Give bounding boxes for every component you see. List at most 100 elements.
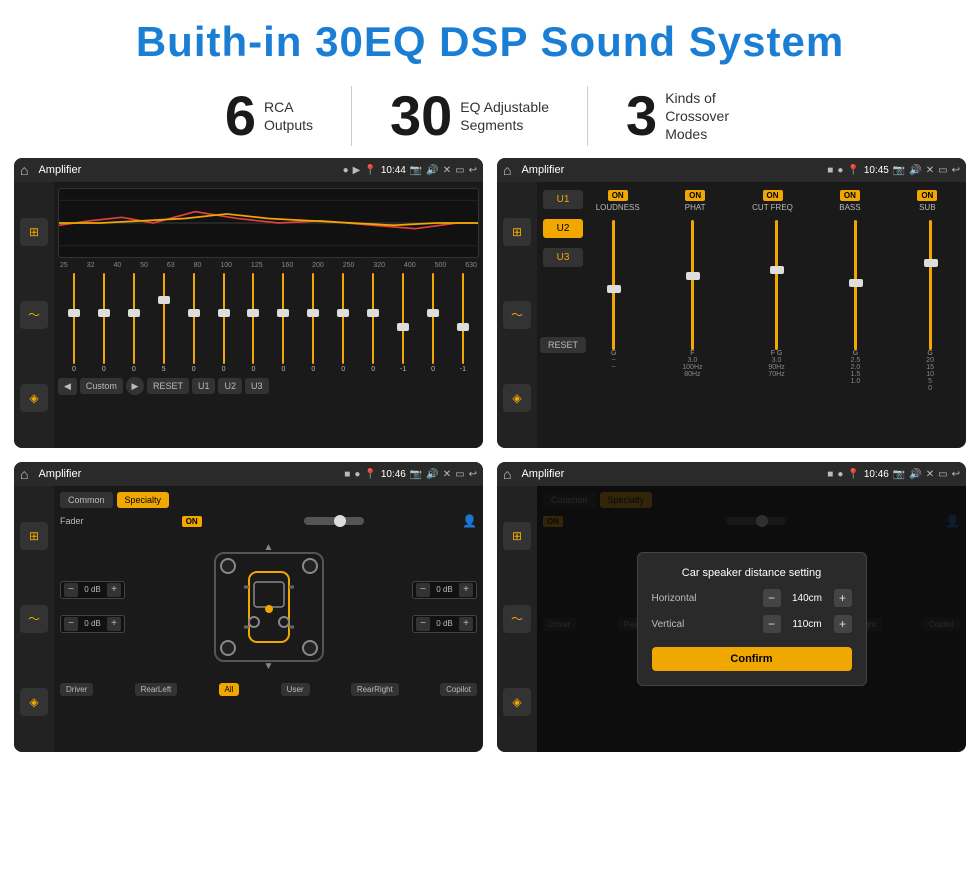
cross-speaker-icon[interactable]: ◈	[503, 384, 531, 412]
dialog-confirm-button[interactable]: Confirm	[652, 647, 852, 671]
dialog-horizontal-val-box: − 140cm +	[763, 589, 852, 607]
dialog-wave-icon[interactable]: 〜	[503, 605, 531, 633]
eq-home-icon[interactable]: ⌂	[20, 162, 28, 178]
fader-up-arrow[interactable]: ▲	[264, 542, 274, 553]
eq-freq-40: 40	[113, 262, 121, 269]
fader-vol-lt-plus[interactable]: +	[107, 583, 121, 597]
eq-freq-63: 63	[167, 262, 175, 269]
cross-wave-icon[interactable]: 〜	[503, 301, 531, 329]
cross-tune-icon[interactable]: ⊞	[503, 218, 531, 246]
eq-slider-8[interactable]: 0	[269, 273, 297, 373]
eq-slider-11[interactable]: 0	[359, 273, 387, 373]
fader-back-icon[interactable]: ↩	[469, 469, 477, 480]
fader-tune-icon[interactable]: ⊞	[20, 522, 48, 550]
eq-u3-btn[interactable]: U3	[245, 378, 269, 394]
cross-back-icon[interactable]: ↩	[952, 165, 960, 176]
eq-slider-4[interactable]: 5	[150, 273, 178, 373]
dialog-rect-icon: ▭	[938, 469, 947, 480]
dialog-home-icon[interactable]: ⌂	[503, 466, 511, 482]
fader-tab-specialty[interactable]: Specialty	[117, 492, 170, 508]
cross-sub-label: SUB	[919, 203, 935, 212]
eq-screen: ⌂ Amplifier ● ▶ 📍 10:44 📷 🔊 ✕ ▭ ↩ ⊞ 〜 ◈	[14, 158, 483, 448]
eq-wave-icon[interactable]: 〜	[20, 301, 48, 329]
cross-reset-btn[interactable]: RESET	[540, 337, 586, 353]
eq-freq-labels: 25 32 40 50 63 80 100 125 160 200 250 32…	[58, 262, 479, 269]
eq-slider-5[interactable]: 0	[180, 273, 208, 373]
dialog-time: 10:46	[864, 469, 889, 480]
eq-slider-1[interactable]: 0	[60, 273, 88, 373]
cross-u3-btn[interactable]: U3	[543, 248, 583, 267]
eq-slider-3[interactable]: 0	[120, 273, 148, 373]
cross-u2-btn[interactable]: U2	[543, 219, 583, 238]
cross-u1-btn[interactable]: U1	[543, 190, 583, 209]
eq-back-icon[interactable]: ↩	[469, 165, 477, 176]
fader-vol-rb-plus[interactable]: +	[459, 617, 473, 631]
eq-sliders: 0 0 0 5 0 0 0 0 0 0 0 -1 0 -1	[58, 273, 479, 373]
eq-reset-btn[interactable]: RESET	[147, 378, 189, 394]
dialog-title-bar: Amplifier	[521, 468, 823, 480]
fader-vol-lb-val: 0 dB	[80, 619, 105, 628]
eq-tune-icon[interactable]: ⊞	[20, 218, 48, 246]
eq-u2-btn[interactable]: U2	[218, 378, 242, 394]
fader-driver-btn[interactable]: Driver	[60, 683, 93, 696]
fader-on-badge[interactable]: ON	[182, 516, 202, 527]
eq-slider-13[interactable]: 0	[419, 273, 447, 373]
fader-speaker-icon[interactable]: ◈	[20, 688, 48, 716]
fader-sq-icon: ■	[344, 469, 350, 480]
fader-vol-lb-minus[interactable]: −	[64, 617, 78, 631]
fader-vol-lt-minus[interactable]: −	[64, 583, 78, 597]
fader-vol-rt-plus[interactable]: +	[459, 583, 473, 597]
fader-vol-rt-minus[interactable]: −	[416, 583, 430, 597]
cross-x-icon: ✕	[926, 165, 934, 176]
fader-tab-common[interactable]: Common	[60, 492, 113, 508]
dialog-vertical-plus[interactable]: +	[834, 615, 852, 633]
dialog-vertical-minus[interactable]: −	[763, 615, 781, 633]
eq-slider-9[interactable]: 0	[299, 273, 327, 373]
eq-slider-6[interactable]: 0	[210, 273, 238, 373]
speaker-rr	[302, 640, 318, 656]
fader-vol-rb-minus[interactable]: −	[416, 617, 430, 631]
fader-user-btn[interactable]: User	[281, 683, 310, 696]
dialog-back-icon[interactable]: ↩	[952, 469, 960, 480]
fader-rearright-btn[interactable]: RearRight	[351, 683, 399, 696]
fader-vol-left-bot: − 0 dB +	[60, 615, 125, 633]
cross-bass-label: BASS	[839, 203, 860, 212]
fader-rearleft-btn[interactable]: RearLeft	[135, 683, 178, 696]
cross-phat-on[interactable]: ON	[685, 190, 705, 201]
eq-slider-2[interactable]: 0	[90, 273, 118, 373]
fader-cam-icon: 📷	[410, 469, 422, 480]
eq-prev-btn[interactable]: ◀	[58, 378, 77, 395]
fader-screen: ⌂ Amplifier ■ ● 📍 10:46 📷 🔊 ✕ ▭ ↩ ⊞ 〜 ◈ …	[14, 462, 483, 752]
eq-x-icon: ✕	[443, 165, 451, 176]
fader-home-icon[interactable]: ⌂	[20, 466, 28, 482]
dialog-tune-icon[interactable]: ⊞	[503, 522, 531, 550]
eq-custom-btn[interactable]: Custom	[80, 378, 123, 394]
eq-slider-14[interactable]: -1	[449, 273, 477, 373]
fader-title: Amplifier	[38, 468, 340, 480]
fader-rect-icon: ▭	[455, 469, 464, 480]
stat-rca-label: RCAOutputs	[264, 98, 313, 134]
stat-crossover-number: 3	[626, 88, 657, 144]
fader-mini-slider[interactable]	[304, 517, 364, 525]
eq-slider-7[interactable]: 0	[240, 273, 268, 373]
dialog-horizontal-plus[interactable]: +	[834, 589, 852, 607]
eq-slider-12[interactable]: -1	[389, 273, 417, 373]
fader-person-icon[interactable]: 👤	[462, 514, 477, 528]
cross-bass-on[interactable]: ON	[840, 190, 860, 201]
dialog-pin-icon: 📍	[847, 469, 859, 480]
cross-cutfreq-on[interactable]: ON	[763, 190, 783, 201]
cross-home-icon[interactable]: ⌂	[503, 162, 511, 178]
eq-play-btn[interactable]: ▶	[126, 377, 144, 395]
fader-all-btn[interactable]: All	[219, 683, 240, 696]
fader-copilot-btn[interactable]: Copilot	[440, 683, 477, 696]
dialog-speaker-icon[interactable]: ◈	[503, 688, 531, 716]
fader-down-arrow[interactable]: ▼	[264, 661, 274, 672]
dialog-horizontal-minus[interactable]: −	[763, 589, 781, 607]
eq-slider-10[interactable]: 0	[329, 273, 357, 373]
fader-wave-icon[interactable]: 〜	[20, 605, 48, 633]
eq-u1-btn[interactable]: U1	[192, 378, 216, 394]
cross-loudness-on[interactable]: ON	[608, 190, 628, 201]
fader-vol-lb-plus[interactable]: +	[107, 617, 121, 631]
eq-speaker-icon[interactable]: ◈	[20, 384, 48, 412]
cross-sub-on[interactable]: ON	[917, 190, 937, 201]
